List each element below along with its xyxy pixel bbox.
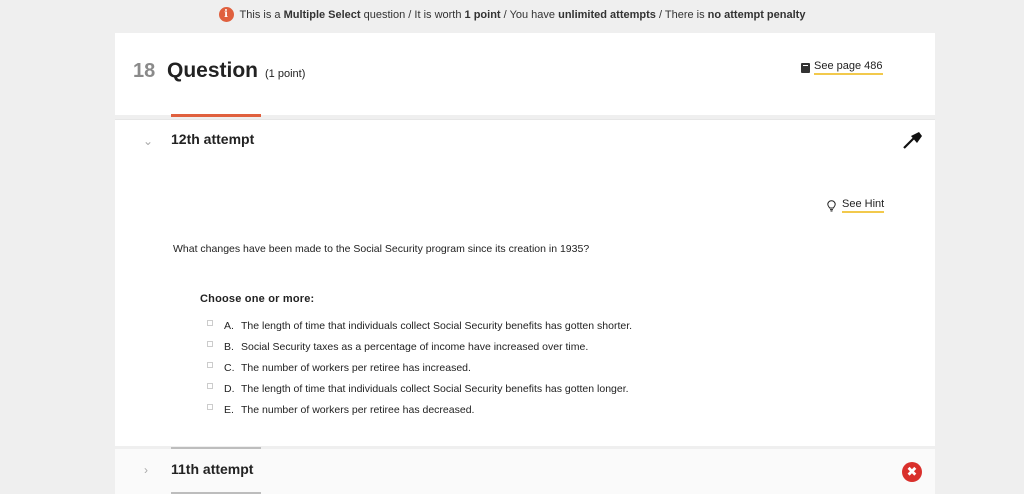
option-letter: C. [224,361,235,374]
attempt-title[interactable]: 12th attempt [171,131,254,147]
see-page-label: See page 486 [814,60,883,75]
chevron-down-icon[interactable]: ⌄ [143,134,153,148]
option-letter: D. [224,382,235,395]
option-letter: A. [224,319,234,332]
answer-option-b[interactable]: B. Social Security taxes as a percentage… [207,336,632,357]
book-icon [801,62,810,73]
checkbox[interactable] [207,382,213,389]
question-header-card: 18 Question (1 point) See page 486 [115,33,935,117]
checkbox[interactable] [207,340,213,347]
see-hint-link[interactable]: See Hint [827,198,885,213]
option-letter: B. [224,340,234,353]
checkbox[interactable] [207,403,213,410]
option-text: The length of time that individuals coll… [241,319,633,332]
option-text: Social Security taxes as a percentage of… [241,340,589,353]
answer-options: A. The length of time that individuals c… [207,315,632,420]
chevron-right-icon[interactable]: › [144,463,148,477]
see-page-link[interactable]: See page 486 [801,60,883,75]
incorrect-icon: ✖ [902,462,922,482]
question-info-bar: i This is a Multiple Select question / I… [0,0,1024,28]
see-hint-label: See Hint [842,198,885,213]
answer-option-d[interactable]: D. The length of time that individuals c… [207,378,632,399]
attempt-title[interactable]: 11th attempt [171,461,253,477]
checkbox[interactable] [207,361,213,368]
answer-option-e[interactable]: E. The number of workers per retiree has… [207,399,632,420]
question-number: 18 [133,60,156,82]
question-prompt: What changes have been made to the Socia… [173,243,590,255]
question-title-underline [171,114,261,117]
lightbulb-icon [827,199,836,211]
info-text: This is a Multiple Select question / It … [239,8,806,21]
info-icon: i [218,7,234,22]
question-points: (1 point) [265,68,306,80]
checkbox[interactable] [207,319,213,326]
option-text: The number of workers per retiree has in… [241,361,471,374]
pin-icon[interactable] [901,130,925,150]
current-attempt-panel: ⌄ 12th attempt See Hint What changes hav… [115,119,935,446]
answer-option-a[interactable]: A. The length of time that individuals c… [207,315,632,336]
option-text: The number of workers per retiree has de… [241,403,475,416]
choose-instruction: Choose one or more: [200,293,315,305]
question-title: Question [167,59,259,82]
answer-option-c[interactable]: C. The number of workers per retiree has… [207,357,632,378]
option-letter: E. [224,403,234,416]
option-text: The length of time that individuals coll… [241,382,629,395]
previous-attempt-panel[interactable]: › 11th attempt ✖ [115,449,935,494]
